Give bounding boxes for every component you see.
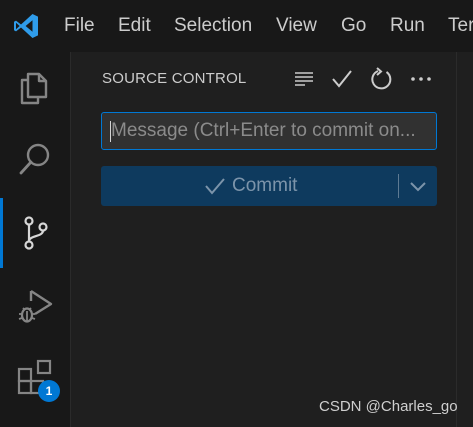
activity-search[interactable] — [0, 124, 70, 194]
menu-file[interactable]: File — [64, 14, 95, 38]
vscode-logo-icon — [14, 14, 38, 38]
search-icon — [19, 143, 50, 175]
vscode-window: File Edit Selection View Go Run Ter 1 SO… — [0, 0, 473, 427]
files-icon — [20, 72, 48, 105]
menu-edit[interactable]: Edit — [118, 14, 151, 38]
active-indicator — [0, 198, 3, 268]
menu-go[interactable]: Go — [341, 14, 366, 38]
activity-run-debug[interactable] — [0, 270, 70, 340]
menu-selection[interactable]: Selection — [174, 14, 252, 38]
source-control-icon — [24, 216, 48, 250]
activity-extensions[interactable] — [0, 342, 70, 412]
commit-message-input[interactable] — [101, 112, 437, 150]
activity-explorer[interactable] — [0, 52, 70, 122]
commit-button-label: Commit — [232, 175, 298, 196]
menu-bar: File Edit Selection View Go Run Ter — [0, 0, 473, 52]
commit-button-group: Commit — [101, 166, 437, 206]
activity-bar — [0, 52, 71, 427]
menu-run[interactable]: Run — [390, 14, 425, 38]
commit-action-button[interactable] — [330, 67, 354, 91]
editor-edge — [456, 52, 473, 427]
commit-button[interactable]: Commit — [101, 166, 398, 206]
commit-dropdown-button[interactable] — [399, 166, 437, 206]
view-as-tree-button[interactable] — [292, 67, 316, 91]
watermark-text: CSDN @Charles_go — [319, 398, 458, 415]
activity-source-control[interactable] — [0, 198, 70, 268]
menu-terminal[interactable]: Ter — [448, 14, 473, 38]
commit-check-icon — [332, 70, 352, 88]
more-actions-button[interactable] — [409, 67, 433, 91]
check-icon — [205, 178, 225, 195]
refresh-button[interactable] — [369, 67, 393, 91]
panel-title: SOURCE CONTROL — [102, 70, 247, 87]
text-caret — [110, 121, 111, 142]
view-as-tree-icon — [295, 72, 313, 86]
refresh-icon — [371, 67, 392, 90]
menu-view[interactable]: View — [276, 14, 317, 38]
more-actions-icon — [411, 77, 431, 81]
run-debug-icon — [18, 289, 53, 323]
source-control-panel: SOURCE CONTROL — [71, 52, 456, 427]
chevron-down-icon — [410, 182, 426, 192]
extensions-badge: 1 — [38, 380, 60, 402]
